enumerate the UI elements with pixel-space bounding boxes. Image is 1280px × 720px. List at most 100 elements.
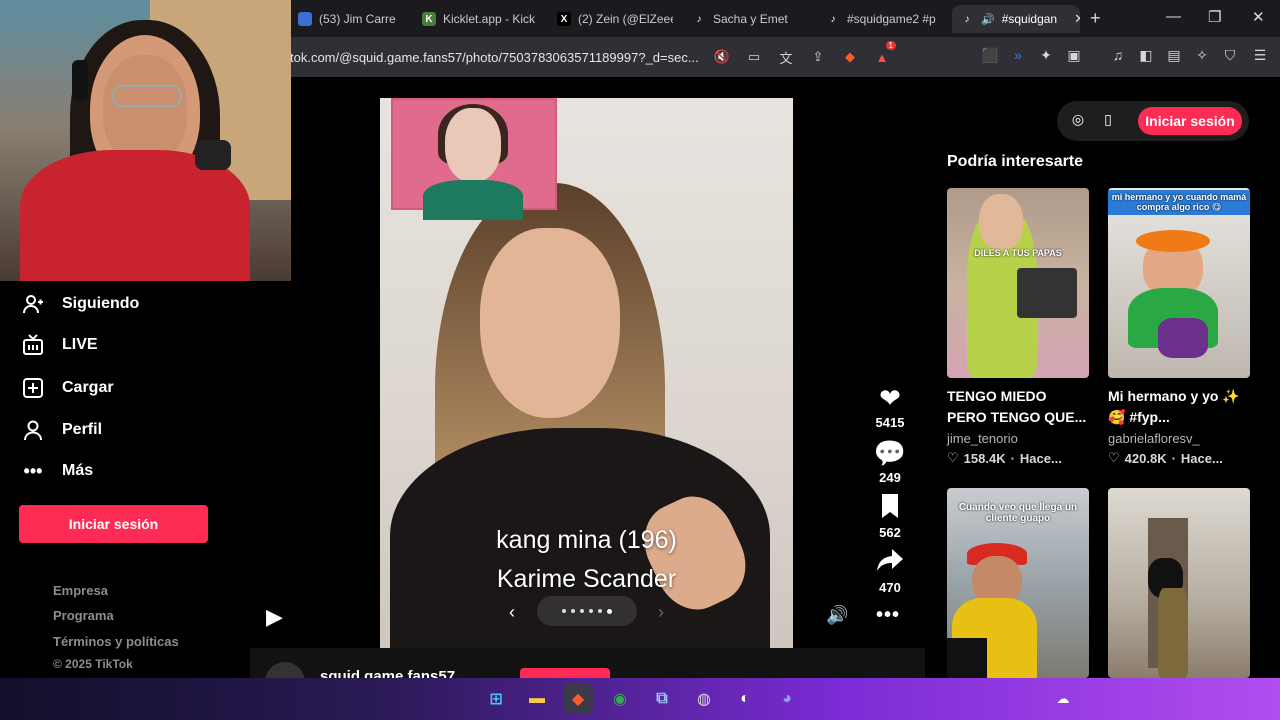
heart-outline-icon: ♡	[947, 450, 959, 465]
share-action[interactable]: 470	[867, 548, 913, 595]
comment-bubble-icon[interactable]: 💬	[867, 438, 913, 468]
browser-tab-active[interactable]: ♪ 🔊 #squidgan ✕	[952, 5, 1080, 33]
share-arrow-icon[interactable]	[867, 548, 913, 578]
new-tab-icon[interactable]: +	[1090, 8, 1101, 29]
header-login-button[interactable]: Iniciar sesión	[1138, 107, 1242, 135]
compass-icon[interactable]: ◎	[1068, 111, 1088, 131]
recommendation-card[interactable]: Cuando veo que llega un cliente guapo	[947, 488, 1089, 678]
brave-shield-icon[interactable]: ◆	[840, 47, 860, 67]
puzzle-extensions-icon[interactable]: ✦	[1036, 47, 1056, 67]
tiktok-icon: ♪	[696, 13, 702, 25]
video-thumbnail[interactable]: Cuando veo que llega un cliente guapo	[947, 488, 1089, 678]
sidebar-item-label: Perfil	[62, 421, 103, 438]
sidebar-item-perfil[interactable]: Perfil	[22, 416, 102, 444]
heart-icon[interactable]: ❤	[867, 383, 913, 413]
footer-link-terminos[interactable]: Términos y políticas	[53, 634, 179, 649]
carousel-prev-icon[interactable]: ‹	[497, 597, 527, 627]
card-likes: 420.8K	[1124, 450, 1167, 466]
video-thumbnail[interactable]: mi hermano y yo cuando mamá compra algo …	[1108, 188, 1250, 378]
video-thumbnail[interactable]	[1108, 488, 1250, 678]
comment-action[interactable]: 💬 249	[867, 438, 913, 485]
sidebar-item-cargar[interactable]: Cargar	[22, 374, 114, 402]
tab-grid-icon[interactable]: ▣	[1064, 47, 1084, 67]
speaker-icon: 🔊	[981, 13, 995, 26]
footer-link-empresa[interactable]: Empresa	[53, 583, 108, 598]
copyright-text: © 2025 TikTok	[53, 657, 133, 671]
follow-button[interactable]	[520, 668, 610, 678]
app-icon[interactable]: ◐	[730, 684, 760, 714]
carousel-dot	[598, 609, 602, 613]
more-options-icon[interactable]: •••	[876, 604, 900, 627]
card-likes: 158.4K	[963, 450, 1006, 466]
sidebar-login-button[interactable]: Iniciar sesión	[19, 505, 208, 543]
card-author[interactable]: jime_tenorio	[947, 431, 1089, 446]
rewards-icon[interactable]: ▲ 1	[872, 41, 896, 67]
no-sound-icon[interactable]: 🔇	[712, 47, 732, 67]
menu-icon[interactable]: ☰	[1250, 47, 1270, 67]
file-explorer-icon[interactable]: ▬	[522, 684, 552, 714]
carousel-next-icon[interactable]: ›	[646, 597, 676, 627]
bookmark-icon[interactable]	[867, 493, 913, 523]
sidebar-item-label: Siguiendo	[62, 295, 140, 312]
card-time: Hace...	[1019, 450, 1062, 466]
app-icon[interactable]: ⧉	[647, 684, 677, 714]
tab-label: Sacha y Emet	[713, 12, 788, 26]
recommendation-card[interactable]	[1108, 488, 1250, 678]
tab-label: Kicklet.app - Kick	[443, 12, 536, 26]
sidebar-item-live[interactable]: LIVE	[22, 331, 98, 359]
video-thumbnail[interactable]: DILES A TUS PAPAS	[947, 188, 1089, 378]
volume-icon[interactable]: 🔊	[826, 605, 848, 626]
sidebar-icon[interactable]: ◧	[1136, 47, 1156, 67]
recommendation-card[interactable]: mi hermano y yo cuando mamá compra algo …	[1108, 188, 1250, 466]
vpn-shield-icon[interactable]: ⛉	[1220, 47, 1240, 67]
address-bar[interactable]: tok.com/@squid.game.fans57/photo/7503783…	[290, 41, 900, 71]
leo-ai-icon[interactable]: ✧	[1192, 47, 1212, 67]
mobile-icon[interactable]: ▯	[1098, 111, 1118, 131]
browser-tab-4[interactable]: ♪ Sacha y Emet	[684, 5, 808, 33]
cast-icon[interactable]: ▭	[744, 47, 764, 67]
discord-icon[interactable]: ◕	[772, 684, 802, 714]
card-title: TENGO MIEDO PERO TENGO QUE...	[947, 388, 1087, 425]
photo-caption-line2: Karime Scander	[496, 565, 677, 593]
card-time: Hace...	[1180, 450, 1223, 466]
close-window-icon[interactable]: ✕	[1252, 8, 1265, 26]
browser-tab-5[interactable]: ♪ #squidgame2 #p	[818, 5, 942, 33]
tab-close-icon[interactable]: ✕	[1074, 11, 1080, 27]
microphone-icon	[195, 140, 231, 170]
url-text[interactable]: tok.com/@squid.game.fans57/photo/7503783…	[290, 50, 700, 65]
voice-extension-icon[interactable]: »	[1008, 47, 1028, 67]
windows-start-icon[interactable]: ⊞	[481, 684, 511, 714]
card-author[interactable]: gabrielafloresv_	[1108, 431, 1250, 446]
play-icon[interactable]: ▶	[266, 604, 283, 630]
author-username[interactable]: squid.game.fans57	[320, 668, 455, 678]
post-photo[interactable]: kang mina (196) Karime Scander	[380, 98, 793, 648]
recommendation-card[interactable]: DILES A TUS PAPAS TENGO MIEDO PERO TENGO…	[947, 188, 1089, 466]
photo-caption-line1: kang mina (196)	[496, 526, 677, 554]
separator: ·	[1171, 450, 1176, 466]
footer-link-programa[interactable]: Programa	[53, 608, 114, 623]
avatar[interactable]	[265, 662, 305, 678]
maximize-icon[interactable]: ❐	[1208, 8, 1221, 26]
streamer-webcam-overlay	[0, 0, 291, 281]
obs-icon[interactable]: ◍	[689, 684, 719, 714]
save-action[interactable]: 562	[867, 493, 913, 540]
cloud-icon[interactable]: ☁	[1048, 684, 1078, 714]
brave-browser-icon[interactable]: ◆	[563, 684, 593, 714]
browser-tab-2[interactable]: K Kicklet.app - Kick	[414, 5, 538, 33]
wallet-icon[interactable]: ▤	[1164, 47, 1184, 67]
minimize-icon[interactable]: —	[1166, 8, 1181, 25]
translate-icon[interactable]: 文	[776, 47, 796, 67]
user-follow-icon	[22, 293, 44, 315]
like-action[interactable]: ❤ 5415	[867, 383, 913, 430]
sidebar-item-mas[interactable]: ••• Más	[22, 457, 94, 485]
browser-tab-3[interactable]: X (2) Zein (@ElZeee	[549, 5, 673, 33]
carousel-dot-active	[607, 608, 612, 614]
share-icon[interactable]: ⇪	[808, 47, 828, 67]
chrome-icon[interactable]: ◉	[605, 684, 635, 714]
browser-tab-1[interactable]: (53) Jim Carre	[290, 5, 400, 33]
sidebar-item-siguiendo[interactable]: Siguiendo	[22, 290, 139, 318]
music-note-icon[interactable]: ♫	[1108, 47, 1128, 67]
tab-label: #squidgame2 #p	[847, 12, 936, 26]
extension-icon[interactable]: ⬛	[980, 47, 1000, 67]
tab-favicon-icon	[298, 12, 312, 26]
